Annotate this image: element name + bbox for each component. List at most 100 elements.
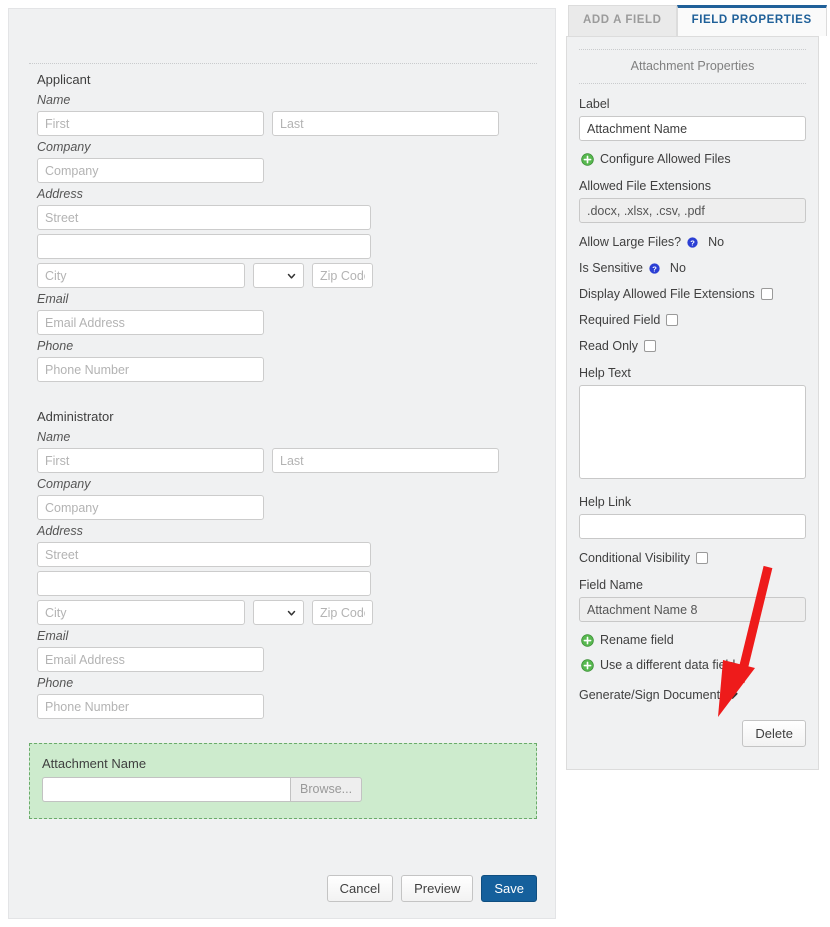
- read-only-row: Read Only: [579, 339, 806, 353]
- allowed-extensions-input[interactable]: [579, 198, 806, 223]
- chevron-down-icon: [287, 273, 296, 279]
- tab-field-properties[interactable]: FIELD PROPERTIES: [676, 5, 827, 36]
- file-upload-row: Browse...: [42, 777, 536, 802]
- street-input-admin[interactable]: [37, 542, 371, 567]
- street2-input[interactable]: [37, 234, 371, 259]
- conditional-visibility-checkbox[interactable]: [695, 552, 708, 564]
- field-properties-sidebar: ADD A FIELD FIELD PROPERTIES Attachment …: [566, 0, 830, 770]
- first-name-input-admin[interactable]: [37, 448, 264, 473]
- attachment-file-input[interactable]: [42, 777, 290, 802]
- city-state-zip-row-admin: [37, 600, 557, 625]
- cancel-button[interactable]: Cancel: [326, 875, 394, 902]
- field-label-name-admin: Name: [37, 430, 71, 444]
- zip-input[interactable]: [312, 263, 373, 288]
- tab-add-a-field[interactable]: ADD A FIELD: [568, 5, 677, 36]
- read-only-checkbox[interactable]: [644, 340, 657, 352]
- rename-field-link[interactable]: Rename field: [581, 633, 806, 647]
- email-input[interactable]: [37, 310, 264, 335]
- delete-button[interactable]: Delete: [742, 720, 806, 747]
- is-sensitive-label: Is Sensitive: [579, 261, 643, 275]
- display-allowed-extensions-checkbox[interactable]: [760, 288, 773, 300]
- plus-circle-icon: [581, 658, 594, 672]
- attachment-field-label: Attachment Name: [42, 756, 147, 771]
- configure-allowed-files-label: Configure Allowed Files: [600, 152, 731, 166]
- field-label-address-admin: Address: [37, 524, 83, 538]
- required-field-label: Required Field: [579, 313, 661, 327]
- label-field-label: Label: [579, 97, 610, 111]
- display-allowed-extensions-label: Display Allowed File Extensions: [579, 287, 755, 301]
- display-allowed-extensions-row: Display Allowed File Extensions: [579, 287, 806, 301]
- plus-circle-icon: [581, 152, 594, 166]
- last-name-input[interactable]: [272, 111, 499, 136]
- preview-button[interactable]: Preview: [401, 875, 474, 902]
- field-label-name: Name: [37, 93, 71, 107]
- label-input[interactable]: [579, 116, 806, 141]
- state-select[interactable]: [253, 263, 304, 288]
- form-section-administrator: Administrator Name Company Address: [9, 408, 557, 719]
- allow-large-files-value[interactable]: No: [708, 235, 724, 249]
- use-different-data-field-label: Use a different data field: [600, 658, 736, 672]
- properties-tabs: ADD A FIELD FIELD PROPERTIES: [566, 0, 830, 36]
- city-state-zip-row: [37, 263, 557, 288]
- company-input-admin[interactable]: [37, 495, 264, 520]
- divider-under-heading: [579, 83, 806, 84]
- form-top-divider: [29, 63, 537, 64]
- help-text-textarea[interactable]: [579, 385, 806, 479]
- allowed-extensions-label: Allowed File Extensions: [579, 179, 712, 193]
- first-name-input[interactable]: [37, 111, 264, 136]
- conditional-visibility-row: Conditional Visibility: [579, 551, 806, 565]
- generate-sign-document-toggle[interactable]: Generate/Sign Document: [579, 688, 806, 702]
- browse-button[interactable]: Browse...: [290, 777, 363, 802]
- field-name-input[interactable]: [579, 597, 806, 622]
- read-only-label: Read Only: [579, 339, 639, 353]
- field-label-email-admin: Email: [37, 629, 69, 643]
- name-row-admin: [37, 448, 557, 473]
- help-question-icon[interactable]: ?: [649, 262, 660, 274]
- configure-allowed-files-link[interactable]: Configure Allowed Files: [581, 152, 806, 166]
- help-link-input[interactable]: [579, 514, 806, 539]
- conditional-visibility-label: Conditional Visibility: [579, 551, 690, 565]
- allow-large-files-row: Allow Large Files? ? No: [579, 235, 806, 249]
- help-text-label: Help Text: [579, 366, 631, 380]
- form-body: Applicant Name Company Address: [9, 71, 557, 819]
- zip-input-admin[interactable]: [312, 600, 373, 625]
- use-different-data-field-link[interactable]: Use a different data field: [581, 658, 806, 672]
- svg-text:?: ?: [690, 238, 695, 247]
- form-section-applicant: Applicant Name Company Address: [9, 71, 557, 382]
- last-name-input-admin[interactable]: [272, 448, 499, 473]
- field-label-company: Company: [37, 140, 91, 154]
- plus-circle-icon: [581, 633, 594, 647]
- phone-input-admin[interactable]: [37, 694, 264, 719]
- form-preview-panel: Applicant Name Company Address: [8, 8, 556, 919]
- help-question-icon[interactable]: ?: [687, 236, 698, 248]
- delete-button-row: Delete: [579, 720, 806, 747]
- state-select-admin[interactable]: [253, 600, 304, 625]
- phone-input[interactable]: [37, 357, 264, 382]
- email-input-admin[interactable]: [37, 647, 264, 672]
- required-field-row: Required Field: [579, 313, 806, 327]
- field-label-address: Address: [37, 187, 83, 201]
- chevron-down-icon: [727, 692, 738, 699]
- help-link-label: Help Link: [579, 495, 632, 509]
- allow-large-files-label: Allow Large Files?: [579, 235, 682, 249]
- field-name-label: Field Name: [579, 578, 643, 592]
- city-input-admin[interactable]: [37, 600, 245, 625]
- field-label-company-admin: Company: [37, 477, 91, 491]
- city-input[interactable]: [37, 263, 245, 288]
- attachment-properties-panel: Attachment Properties Label Configure Al…: [566, 36, 819, 770]
- selected-attachment-field[interactable]: Attachment Name Browse...: [29, 743, 537, 819]
- company-input[interactable]: [37, 158, 264, 183]
- street-input[interactable]: [37, 205, 371, 230]
- is-sensitive-value[interactable]: No: [670, 261, 686, 275]
- is-sensitive-row: Is Sensitive ? No: [579, 261, 806, 275]
- save-button[interactable]: Save: [481, 875, 537, 902]
- section-title-applicant: Applicant: [37, 72, 91, 87]
- divider-top: [579, 49, 806, 50]
- svg-text:?: ?: [652, 264, 657, 273]
- chevron-down-icon: [287, 610, 296, 616]
- required-field-checkbox[interactable]: [666, 314, 679, 326]
- field-label-email: Email: [37, 292, 69, 306]
- section-title-administrator: Administrator: [37, 409, 114, 424]
- street2-input-admin[interactable]: [37, 571, 371, 596]
- field-label-phone-admin: Phone: [37, 676, 74, 690]
